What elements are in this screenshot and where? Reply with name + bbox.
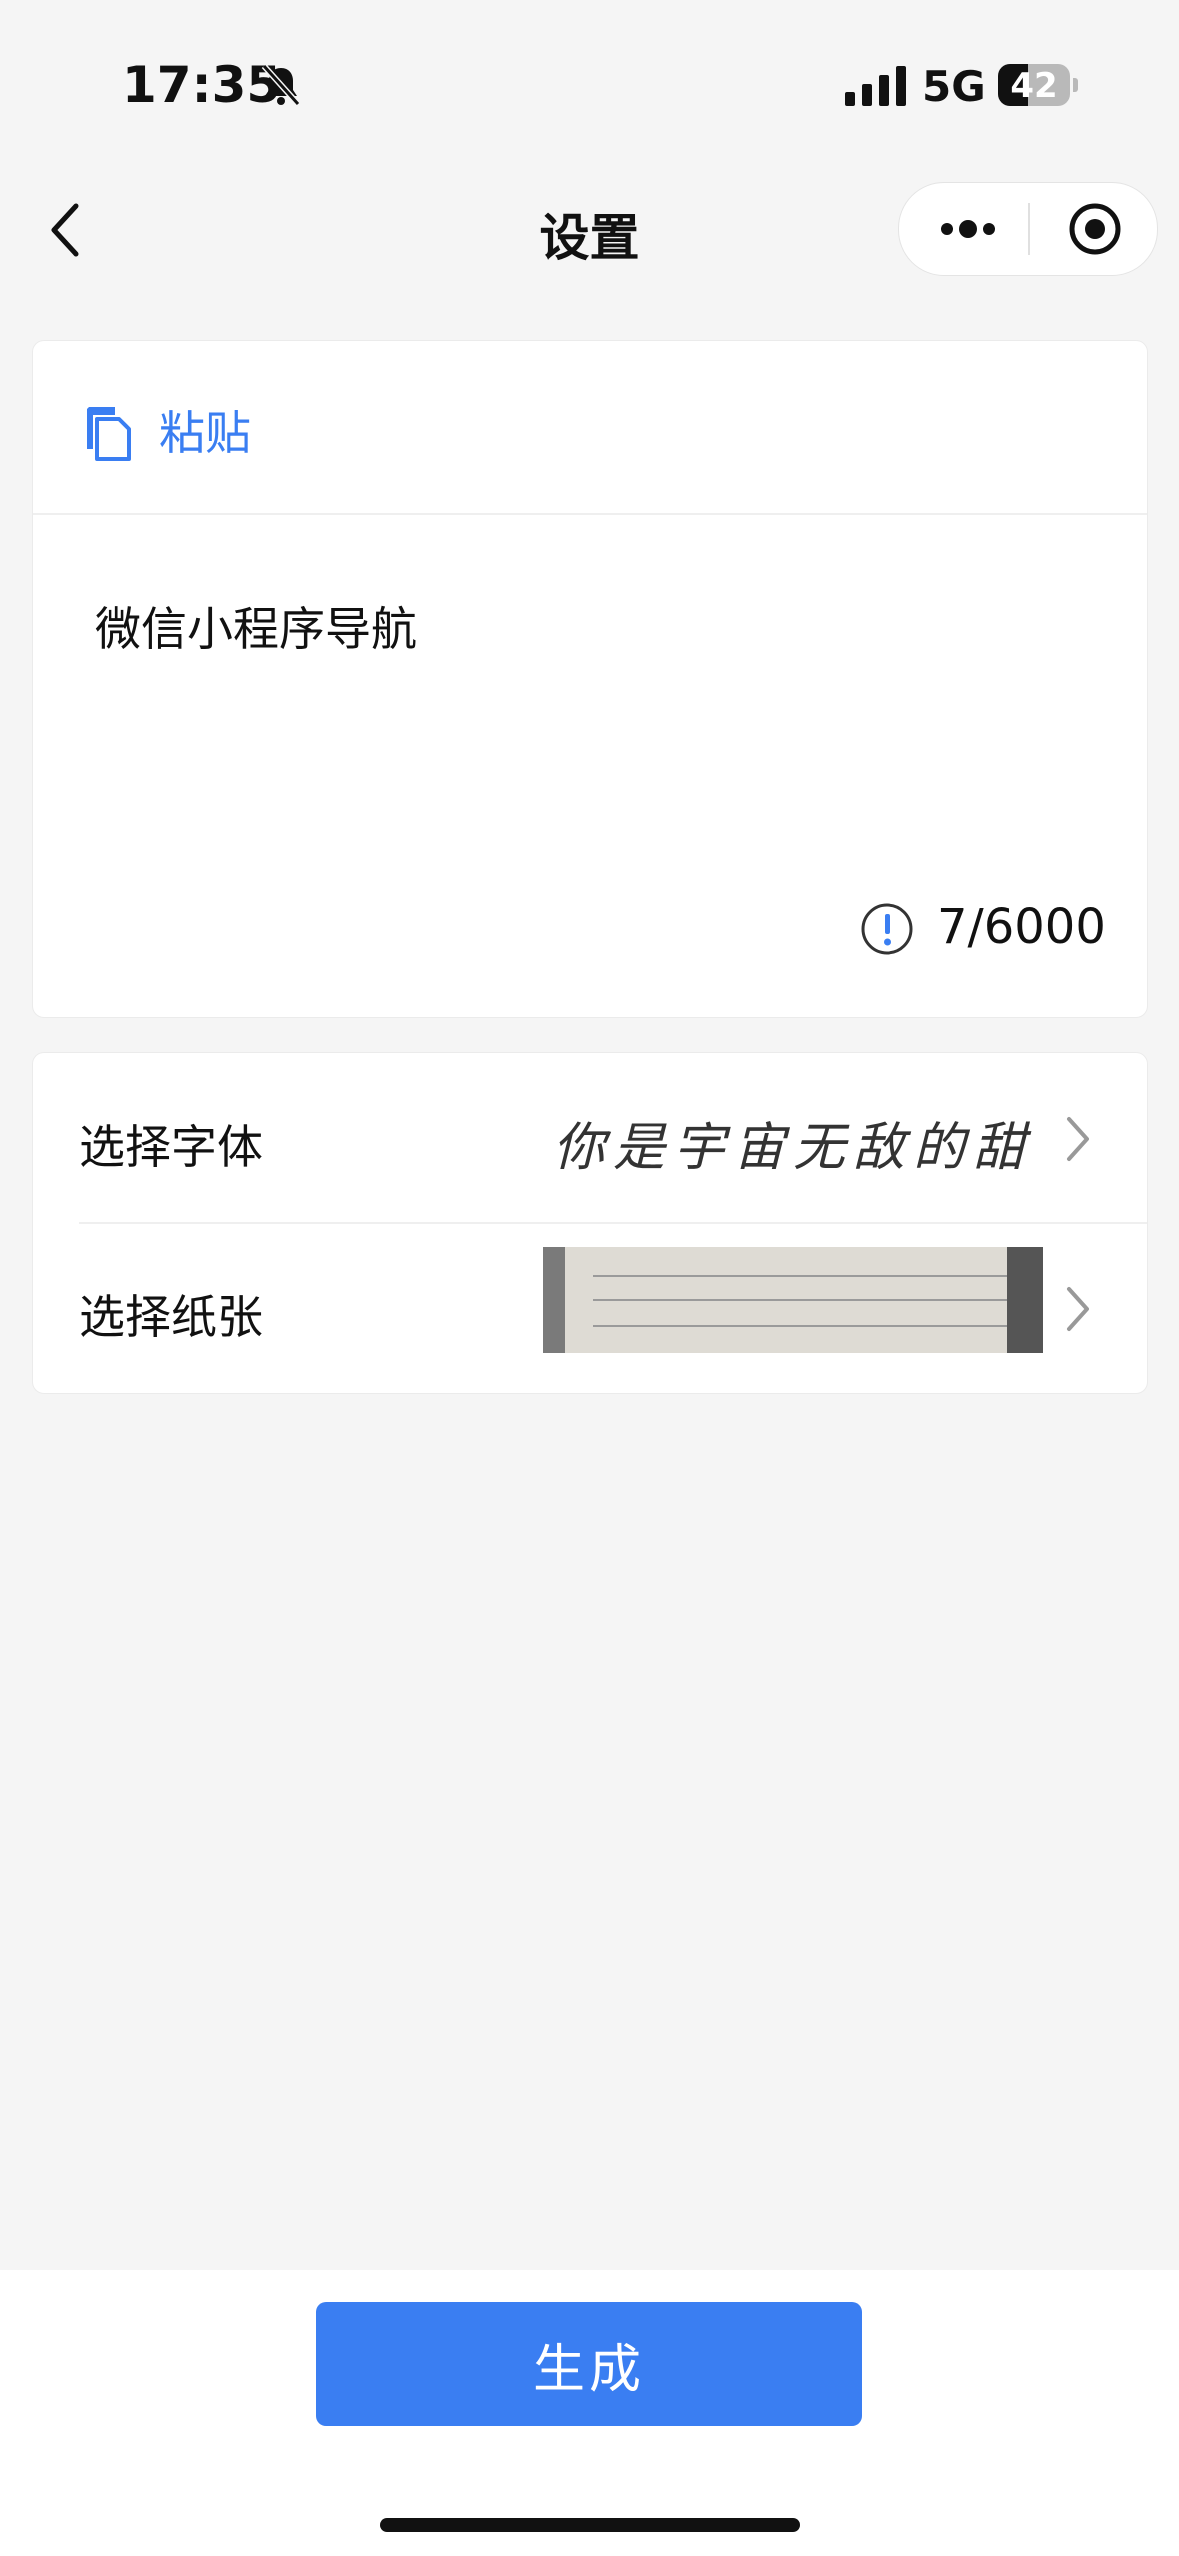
select-font-label: 选择字体 xyxy=(79,1120,263,1174)
bottom-action-bar: 生成 xyxy=(0,2270,1179,2556)
network-type: 5G xyxy=(922,62,986,111)
content-textarea[interactable]: 微信小程序导航 xyxy=(95,593,417,659)
select-paper-row[interactable]: 选择纸张 xyxy=(33,1223,1147,1393)
text-input-card: 粘贴 微信小程序导航 7/6000 xyxy=(32,340,1148,1018)
chevron-right-icon xyxy=(1067,1117,1089,1161)
paste-label: 粘贴 xyxy=(159,406,251,460)
paste-button[interactable]: 粘贴 xyxy=(33,341,1147,515)
status-bar: 17:35 5G 42 xyxy=(0,0,1179,170)
select-font-row[interactable]: 选择字体 你是宇宙无敌的甜 xyxy=(33,1053,1147,1224)
more-options-icon[interactable] xyxy=(937,205,999,253)
info-icon[interactable] xyxy=(859,901,915,957)
battery-icon: 42 xyxy=(998,64,1078,106)
navigation-bar: 设置 xyxy=(0,170,1179,300)
paper-preview-image xyxy=(543,1247,1043,1353)
paste-icon xyxy=(87,407,131,461)
cellular-signal-icon xyxy=(845,66,906,106)
battery-level: 42 xyxy=(1010,66,1058,106)
bell-muted-icon xyxy=(261,63,301,107)
mini-program-capsule xyxy=(898,182,1158,276)
close-mini-program-icon[interactable] xyxy=(1067,201,1123,257)
font-preview: 你是宇宙无敌的甜 xyxy=(553,1118,1034,1178)
settings-card: 选择字体 你是宇宙无敌的甜 选择纸张 xyxy=(32,1052,1148,1394)
chevron-right-icon xyxy=(1067,1287,1089,1331)
generate-button[interactable]: 生成 xyxy=(316,2302,862,2426)
home-indicator xyxy=(380,2518,800,2532)
select-paper-label: 选择纸张 xyxy=(79,1290,263,1344)
character-count: 7/6000 xyxy=(937,899,1106,955)
capsule-divider xyxy=(1028,203,1030,255)
